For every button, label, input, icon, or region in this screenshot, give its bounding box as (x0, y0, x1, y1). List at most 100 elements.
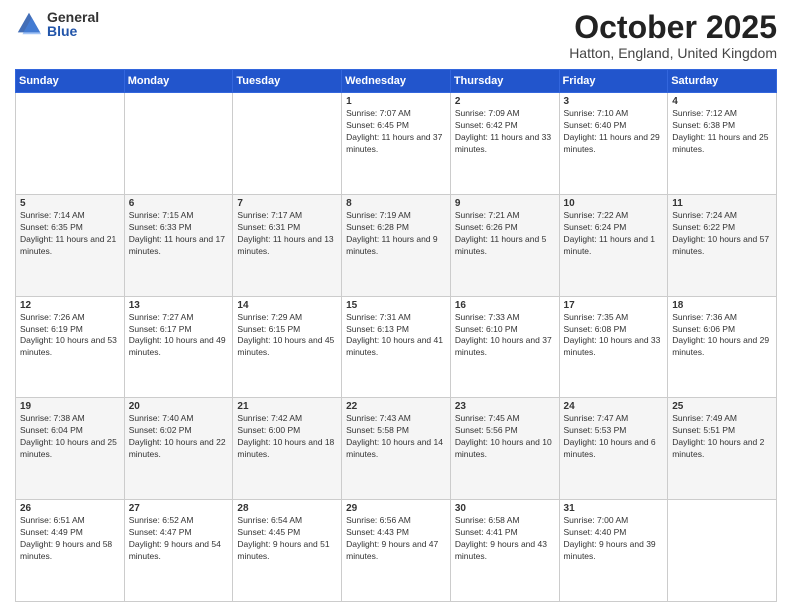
day-info: Sunrise: 7:21 AMSunset: 6:26 PMDaylight:… (455, 210, 555, 258)
day-header-wednesday: Wednesday (342, 70, 451, 93)
day-number: 17 (564, 300, 664, 311)
day-info: Sunrise: 7:29 AMSunset: 6:15 PMDaylight:… (237, 312, 337, 360)
calendar-table: SundayMondayTuesdayWednesdayThursdayFrid… (15, 69, 777, 602)
day-info: Sunrise: 7:27 AMSunset: 6:17 PMDaylight:… (129, 312, 229, 360)
calendar-cell: 22Sunrise: 7:43 AMSunset: 5:58 PMDayligh… (342, 398, 451, 500)
calendar-cell: 17Sunrise: 7:35 AMSunset: 6:08 PMDayligh… (559, 296, 668, 398)
calendar-cell (668, 500, 777, 602)
header: General Blue October 2025 Hatton, Englan… (15, 10, 777, 61)
calendar-cell: 29Sunrise: 6:56 AMSunset: 4:43 PMDayligh… (342, 500, 451, 602)
logo-icon (15, 10, 43, 38)
day-number: 16 (455, 300, 555, 311)
calendar-cell: 15Sunrise: 7:31 AMSunset: 6:13 PMDayligh… (342, 296, 451, 398)
day-info: Sunrise: 7:09 AMSunset: 6:42 PMDaylight:… (455, 108, 555, 156)
logo: General Blue (15, 10, 99, 38)
day-info: Sunrise: 7:45 AMSunset: 5:56 PMDaylight:… (455, 413, 555, 461)
day-number: 2 (455, 96, 555, 107)
day-info: Sunrise: 7:43 AMSunset: 5:58 PMDaylight:… (346, 413, 446, 461)
day-number: 31 (564, 503, 664, 514)
day-number: 18 (672, 300, 772, 311)
location: Hatton, England, United Kingdom (569, 45, 777, 61)
calendar-cell: 7Sunrise: 7:17 AMSunset: 6:31 PMDaylight… (233, 194, 342, 296)
calendar-cell: 9Sunrise: 7:21 AMSunset: 6:26 PMDaylight… (450, 194, 559, 296)
calendar-week-4: 19Sunrise: 7:38 AMSunset: 6:04 PMDayligh… (16, 398, 777, 500)
logo-text: General Blue (47, 10, 99, 38)
calendar-cell: 1Sunrise: 7:07 AMSunset: 6:45 PMDaylight… (342, 93, 451, 195)
day-info: Sunrise: 7:47 AMSunset: 5:53 PMDaylight:… (564, 413, 664, 461)
day-number: 6 (129, 198, 229, 209)
day-info: Sunrise: 6:56 AMSunset: 4:43 PMDaylight:… (346, 515, 446, 563)
day-info: Sunrise: 6:52 AMSunset: 4:47 PMDaylight:… (129, 515, 229, 563)
day-header-friday: Friday (559, 70, 668, 93)
day-number: 13 (129, 300, 229, 311)
day-number: 10 (564, 198, 664, 209)
calendar-cell: 31Sunrise: 7:00 AMSunset: 4:40 PMDayligh… (559, 500, 668, 602)
day-header-saturday: Saturday (668, 70, 777, 93)
day-number: 19 (20, 401, 120, 412)
calendar-cell: 6Sunrise: 7:15 AMSunset: 6:33 PMDaylight… (124, 194, 233, 296)
day-number: 22 (346, 401, 446, 412)
month-title: October 2025 (569, 10, 777, 45)
day-number: 12 (20, 300, 120, 311)
calendar-cell: 16Sunrise: 7:33 AMSunset: 6:10 PMDayligh… (450, 296, 559, 398)
day-number: 27 (129, 503, 229, 514)
day-info: Sunrise: 7:24 AMSunset: 6:22 PMDaylight:… (672, 210, 772, 258)
day-info: Sunrise: 7:22 AMSunset: 6:24 PMDaylight:… (564, 210, 664, 258)
day-number: 25 (672, 401, 772, 412)
calendar-cell: 30Sunrise: 6:58 AMSunset: 4:41 PMDayligh… (450, 500, 559, 602)
day-number: 5 (20, 198, 120, 209)
calendar-cell: 11Sunrise: 7:24 AMSunset: 6:22 PMDayligh… (668, 194, 777, 296)
day-number: 24 (564, 401, 664, 412)
day-info: Sunrise: 7:14 AMSunset: 6:35 PMDaylight:… (20, 210, 120, 258)
day-info: Sunrise: 7:35 AMSunset: 6:08 PMDaylight:… (564, 312, 664, 360)
day-info: Sunrise: 7:07 AMSunset: 6:45 PMDaylight:… (346, 108, 446, 156)
day-number: 23 (455, 401, 555, 412)
calendar-cell: 3Sunrise: 7:10 AMSunset: 6:40 PMDaylight… (559, 93, 668, 195)
calendar-cell: 10Sunrise: 7:22 AMSunset: 6:24 PMDayligh… (559, 194, 668, 296)
day-info: Sunrise: 6:54 AMSunset: 4:45 PMDaylight:… (237, 515, 337, 563)
day-header-thursday: Thursday (450, 70, 559, 93)
calendar-cell: 25Sunrise: 7:49 AMSunset: 5:51 PMDayligh… (668, 398, 777, 500)
calendar-cell: 20Sunrise: 7:40 AMSunset: 6:02 PMDayligh… (124, 398, 233, 500)
calendar-cell: 23Sunrise: 7:45 AMSunset: 5:56 PMDayligh… (450, 398, 559, 500)
day-info: Sunrise: 6:51 AMSunset: 4:49 PMDaylight:… (20, 515, 120, 563)
day-info: Sunrise: 7:49 AMSunset: 5:51 PMDaylight:… (672, 413, 772, 461)
day-info: Sunrise: 7:31 AMSunset: 6:13 PMDaylight:… (346, 312, 446, 360)
day-number: 14 (237, 300, 337, 311)
day-header-sunday: Sunday (16, 70, 125, 93)
calendar-cell (16, 93, 125, 195)
day-info: Sunrise: 7:17 AMSunset: 6:31 PMDaylight:… (237, 210, 337, 258)
day-info: Sunrise: 7:38 AMSunset: 6:04 PMDaylight:… (20, 413, 120, 461)
calendar-week-1: 1Sunrise: 7:07 AMSunset: 6:45 PMDaylight… (16, 93, 777, 195)
day-info: Sunrise: 7:26 AMSunset: 6:19 PMDaylight:… (20, 312, 120, 360)
logo-blue: Blue (47, 24, 99, 38)
calendar-header-row: SundayMondayTuesdayWednesdayThursdayFrid… (16, 70, 777, 93)
day-number: 20 (129, 401, 229, 412)
day-number: 9 (455, 198, 555, 209)
calendar-cell (124, 93, 233, 195)
calendar-cell: 8Sunrise: 7:19 AMSunset: 6:28 PMDaylight… (342, 194, 451, 296)
day-info: Sunrise: 7:36 AMSunset: 6:06 PMDaylight:… (672, 312, 772, 360)
day-header-monday: Monday (124, 70, 233, 93)
calendar-cell: 2Sunrise: 7:09 AMSunset: 6:42 PMDaylight… (450, 93, 559, 195)
calendar-cell: 26Sunrise: 6:51 AMSunset: 4:49 PMDayligh… (16, 500, 125, 602)
day-number: 30 (455, 503, 555, 514)
calendar-week-3: 12Sunrise: 7:26 AMSunset: 6:19 PMDayligh… (16, 296, 777, 398)
day-number: 8 (346, 198, 446, 209)
day-number: 3 (564, 96, 664, 107)
calendar-cell: 19Sunrise: 7:38 AMSunset: 6:04 PMDayligh… (16, 398, 125, 500)
day-info: Sunrise: 7:15 AMSunset: 6:33 PMDaylight:… (129, 210, 229, 258)
day-number: 28 (237, 503, 337, 514)
calendar-cell: 24Sunrise: 7:47 AMSunset: 5:53 PMDayligh… (559, 398, 668, 500)
day-number: 11 (672, 198, 772, 209)
day-info: Sunrise: 7:19 AMSunset: 6:28 PMDaylight:… (346, 210, 446, 258)
title-section: October 2025 Hatton, England, United Kin… (569, 10, 777, 61)
day-number: 1 (346, 96, 446, 107)
calendar-cell: 4Sunrise: 7:12 AMSunset: 6:38 PMDaylight… (668, 93, 777, 195)
calendar-cell: 18Sunrise: 7:36 AMSunset: 6:06 PMDayligh… (668, 296, 777, 398)
day-number: 7 (237, 198, 337, 209)
day-info: Sunrise: 7:33 AMSunset: 6:10 PMDaylight:… (455, 312, 555, 360)
day-info: Sunrise: 7:40 AMSunset: 6:02 PMDaylight:… (129, 413, 229, 461)
day-info: Sunrise: 7:10 AMSunset: 6:40 PMDaylight:… (564, 108, 664, 156)
calendar-cell: 13Sunrise: 7:27 AMSunset: 6:17 PMDayligh… (124, 296, 233, 398)
